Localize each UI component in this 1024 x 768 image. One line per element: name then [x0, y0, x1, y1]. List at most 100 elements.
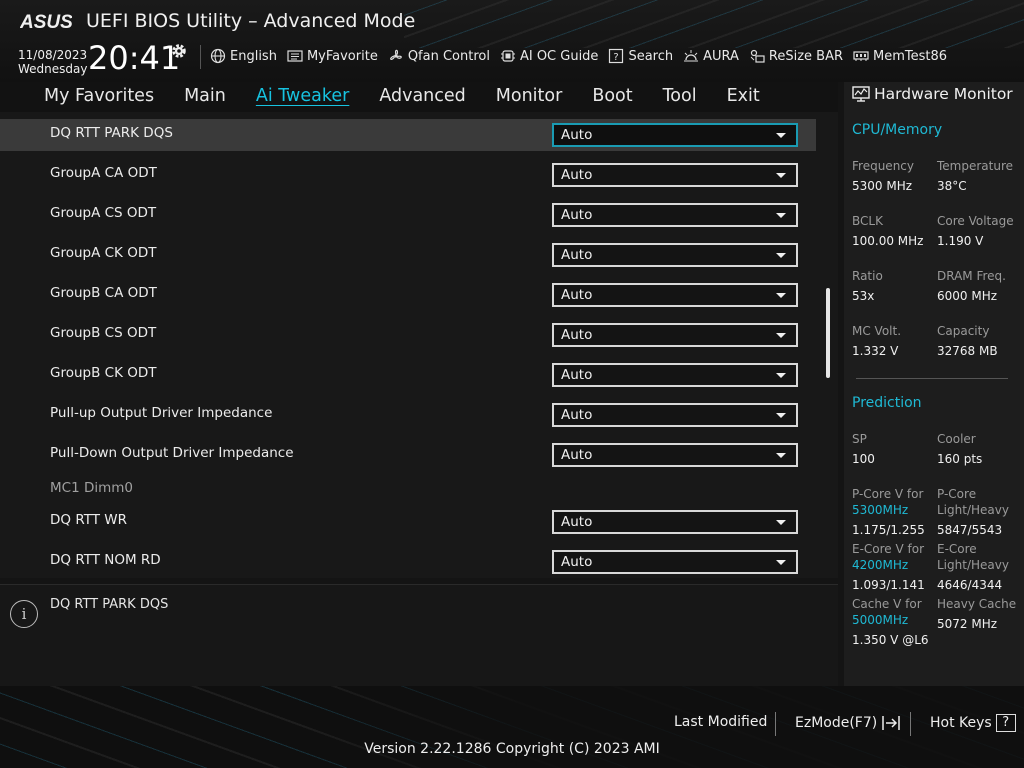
toolbar-label: MyFavorite: [306, 48, 378, 64]
dropdown-arrow-icon: [776, 293, 786, 298]
setting-row[interactable]: DQ RTT PARK DQS Auto: [0, 119, 816, 151]
date-text: 11/08/2023: [18, 48, 88, 62]
scrollbar-thumb[interactable]: [826, 288, 830, 378]
hw-label: Core Voltage: [937, 214, 1014, 228]
hw-value: 1.350 V @L6: [852, 633, 929, 647]
setting-row[interactable]: Pull-Down Output Driver Impedance Auto: [0, 433, 816, 473]
toolbar-label: AURA: [703, 48, 739, 64]
asus-logo: ASUS: [20, 12, 72, 32]
dropdown-value: Auto: [561, 287, 593, 303]
footer-divider: [910, 712, 911, 736]
hw-value: 160 pts: [937, 452, 983, 466]
hw-frequency: Frequency 5300 MHz: [852, 158, 914, 194]
setting-row[interactable]: DQ RTT NOM RD Auto: [0, 540, 816, 578]
hw-pcore-voltage: P-Core V for 5300MHz 1.175/1.255: [852, 486, 925, 538]
setting-label: GroupB CA ODT: [50, 285, 157, 301]
toolbar: English MyFavorite Qfan Control AI OC Gu…: [210, 46, 947, 66]
setting-row[interactable]: GroupA CS ODT Auto: [0, 193, 816, 233]
tab-tool[interactable]: Tool: [663, 82, 697, 112]
setting-dropdown[interactable]: Auto: [552, 203, 798, 227]
toolbar-aura-button[interactable]: AURA: [683, 46, 739, 66]
toolbar-english-button[interactable]: English: [210, 46, 277, 66]
hot-keys-button[interactable]: Hot Keys ?: [930, 714, 1016, 732]
dropdown-arrow-icon: [776, 560, 786, 565]
dropdown-arrow-icon: [776, 133, 786, 138]
hw-value: 53x: [852, 289, 875, 303]
dropdown-value: Auto: [561, 447, 593, 463]
favorite-list-icon: [287, 50, 303, 62]
setting-row[interactable]: GroupB CA ODT Auto: [0, 273, 816, 313]
fan-icon: [389, 49, 402, 60]
hw-title-text: Hardware Monitor: [874, 85, 1013, 103]
tab-advanced[interactable]: Advanced: [379, 82, 465, 112]
setting-row[interactable]: GroupA CK ODT Auto: [0, 233, 816, 273]
monitor-icon: [852, 86, 870, 102]
setting-row[interactable]: Pull-up Output Driver Impedance Auto: [0, 393, 816, 433]
toolbar-label: Search: [628, 48, 674, 64]
dropdown-value: Auto: [561, 127, 593, 143]
dropdown-arrow-icon: [776, 453, 786, 458]
toolbar-memtest-button[interactable]: MemTest86: [853, 46, 947, 66]
setting-label: DQ RTT NOM RD: [50, 552, 161, 568]
setting-dropdown[interactable]: Auto: [552, 550, 798, 574]
toolbar-qfan-button[interactable]: Qfan Control: [388, 46, 490, 66]
ezmode-button[interactable]: EzMode(F7): [795, 714, 901, 732]
hw-ecore-voltage: E-Core V for 4200MHz 1.093/1.141: [852, 541, 925, 593]
setting-dropdown[interactable]: Auto: [552, 243, 798, 267]
hw-value: 4646/4344: [937, 578, 1003, 592]
hw-value: 1.332 V: [852, 344, 899, 358]
toolbar-label: AI OC Guide: [519, 48, 599, 64]
hw-sp: SP 100: [852, 431, 875, 467]
tab-main[interactable]: Main: [184, 82, 226, 112]
dropdown-value: Auto: [561, 554, 593, 570]
setting-label: Pull-Down Output Driver Impedance: [50, 445, 294, 461]
setting-dropdown[interactable]: Auto: [552, 443, 798, 467]
toolbar-search-button[interactable]: ? Search: [608, 46, 673, 66]
setting-row[interactable]: GroupB CK ODT Auto: [0, 353, 816, 393]
main-tabs: My Favorites Main Ai Tweaker Advanced Mo…: [0, 82, 838, 112]
tab-boot[interactable]: Boot: [592, 82, 632, 112]
setting-dropdown[interactable]: Auto: [552, 123, 798, 147]
setting-dropdown[interactable]: Auto: [552, 403, 798, 427]
last-modified-button[interactable]: Last Modified: [674, 714, 767, 730]
toolbar-myfavorite-button[interactable]: MyFavorite: [287, 46, 378, 66]
setting-dropdown[interactable]: Auto: [552, 363, 798, 387]
tab-ai-tweaker[interactable]: Ai Tweaker: [256, 82, 349, 112]
hw-label: P-Core: [937, 487, 977, 501]
setting-dropdown[interactable]: Auto: [552, 163, 798, 187]
toolbar-label: Qfan Control: [407, 48, 490, 64]
hw-value: 32768 MB: [937, 344, 998, 358]
toolbar-ai-oc-guide-button[interactable]: AI OC Guide: [500, 46, 598, 66]
header-decoration: [404, 0, 1024, 48]
setting-row[interactable]: GroupA CA ODT Auto: [0, 153, 816, 193]
setting-dropdown[interactable]: Auto: [552, 323, 798, 347]
setting-label: GroupB CS ODT: [50, 325, 157, 341]
setting-dropdown[interactable]: Auto: [552, 510, 798, 534]
hw-label: E-Core V for: [852, 542, 925, 556]
toolbar-resize-bar-button[interactable]: ReSize BAR: [749, 46, 843, 66]
version-text: Version 2.22.1286 Copyright (C) 2023 AMI: [364, 741, 660, 757]
dropdown-value: Auto: [561, 247, 593, 263]
hw-value: 5300 MHz: [852, 179, 913, 193]
setting-row[interactable]: DQ RTT WR Auto: [0, 500, 816, 540]
setting-label: GroupB CK ODT: [50, 365, 157, 381]
setting-label: GroupA CS ODT: [50, 205, 157, 221]
dropdown-value: Auto: [561, 407, 593, 423]
hw-label: Heavy Cache: [937, 597, 1017, 611]
setting-dropdown[interactable]: Auto: [552, 283, 798, 307]
svg-text:ASUS: ASUS: [20, 12, 72, 32]
hw-value: 100: [852, 452, 875, 466]
svg-text:?: ?: [614, 52, 619, 63]
setting-row[interactable]: GroupB CS ODT Auto: [0, 313, 816, 353]
resize-bar-icon: [750, 49, 765, 63]
gear-icon[interactable]: [170, 42, 188, 60]
header-bar: ASUS UEFI BIOS Utility – Advanced Mode 1…: [0, 0, 1024, 82]
hw-value: 5847/5543: [937, 523, 1003, 537]
tab-exit[interactable]: Exit: [727, 82, 760, 112]
tab-monitor[interactable]: Monitor: [496, 82, 563, 112]
dropdown-value: Auto: [561, 367, 593, 383]
tab-my-favorites[interactable]: My Favorites: [44, 82, 154, 112]
aura-light-icon: [684, 50, 699, 62]
hw-divider: [856, 378, 1008, 379]
dropdown-arrow-icon: [776, 333, 786, 338]
